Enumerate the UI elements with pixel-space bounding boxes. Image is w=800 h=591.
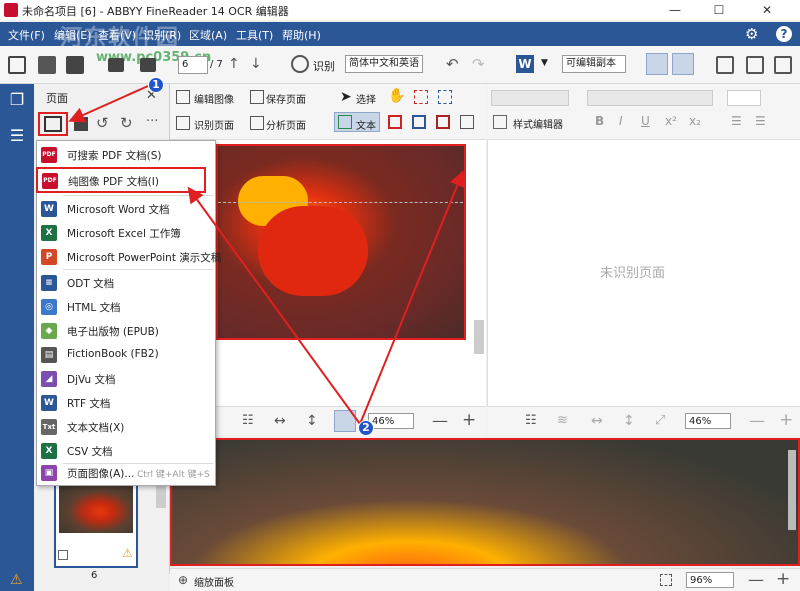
- arrow-1: [68, 85, 149, 123]
- arrow-2a: [187, 186, 361, 425]
- arrow-2b: [359, 170, 465, 425]
- step-badge-2: 2: [358, 420, 374, 436]
- annotation-arrows: [68, 85, 465, 425]
- step-badge-1: 1: [148, 77, 164, 93]
